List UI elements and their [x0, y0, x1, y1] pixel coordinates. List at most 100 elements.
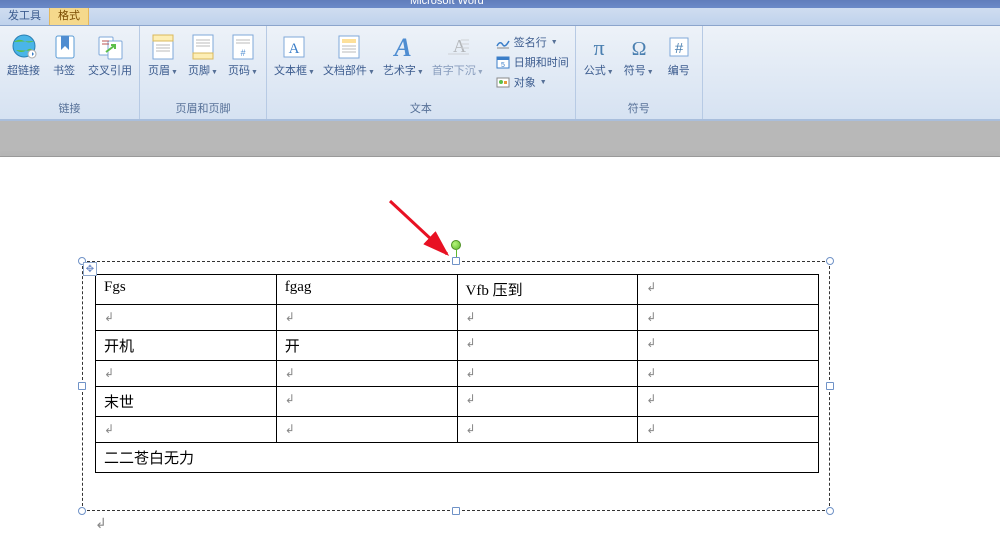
dropcap-icon: A	[442, 31, 474, 63]
svg-text:#: #	[240, 48, 245, 58]
tab-developer[interactable]: 发工具	[0, 5, 49, 25]
group-symbols: π 公式▼ Ω 符号▼ # 编号 符号	[576, 26, 703, 119]
table-cell[interactable]: ↲	[276, 417, 457, 443]
chevron-down-icon: ▼	[477, 69, 484, 76]
table-cell[interactable]: ↲	[638, 331, 819, 361]
window-title: Microsoft Word	[410, 0, 484, 7]
table-cell[interactable]: 二二苍白无力	[96, 443, 819, 473]
selected-object-frame[interactable]: ✥ FgsfgagVfb 压到↲↲↲↲↲开机开↲↲↲↲↲↲末世↲↲↲↲↲↲↲二二…	[82, 261, 830, 511]
table-cell[interactable]: ↲	[96, 361, 277, 387]
textbox-button[interactable]: A 文本框▼	[271, 29, 318, 80]
table-cell[interactable]: fgag	[276, 275, 457, 305]
wordart-icon: A	[387, 31, 419, 63]
resize-handle-mr[interactable]	[826, 382, 834, 390]
chevron-down-icon: ▼	[540, 79, 547, 86]
crossref-button[interactable]: 交叉引用	[85, 29, 135, 80]
table-row[interactable]: FgsfgagVfb 压到↲	[96, 275, 819, 305]
resize-handle-ml[interactable]	[78, 382, 86, 390]
chevron-down-icon: ▼	[417, 69, 424, 76]
chevron-down-icon: ▼	[551, 39, 558, 46]
table-cell[interactable]: ↲	[457, 305, 638, 331]
chevron-down-icon: ▼	[607, 69, 614, 76]
page-background	[0, 121, 1000, 156]
table-row[interactable]: 二二苍白无力	[96, 443, 819, 473]
table-cell[interactable]: ↲	[457, 361, 638, 387]
footer-button[interactable]: 页脚▼	[184, 29, 222, 80]
table-cell[interactable]: ↲	[96, 305, 277, 331]
table-row[interactable]: 末世↲↲↲	[96, 387, 819, 417]
table-cell[interactable]: ↲	[276, 305, 457, 331]
table-cell[interactable]: ↲	[638, 417, 819, 443]
table-cell[interactable]: ↲	[276, 361, 457, 387]
document-table[interactable]: FgsfgagVfb 压到↲↲↲↲↲开机开↲↲↲↲↲↲末世↲↲↲↲↲↲↲二二苍白…	[95, 274, 819, 473]
symbol-button[interactable]: Ω 符号▼	[620, 29, 658, 80]
resize-handle-br[interactable]	[826, 507, 834, 515]
table-move-handle[interactable]: ✥	[83, 262, 97, 276]
paragraph-mark: ↲	[95, 516, 107, 533]
svg-text:#: #	[675, 40, 684, 57]
hyperlink-button[interactable]: 超链接	[4, 29, 43, 80]
datetime-button[interactable]: 5 日期和时间	[493, 53, 571, 71]
group-text: A 文本框▼ 文档部件▼ A 艺术字▼ A 首字下沉▼	[267, 26, 576, 119]
table-row[interactable]: 开机开↲↲	[96, 331, 819, 361]
signature-icon	[495, 34, 511, 50]
quickparts-icon	[333, 31, 365, 63]
table-row[interactable]: ↲↲↲↲	[96, 417, 819, 443]
ribbon: 超链接 书签 交叉引用 链接 页眉▼	[0, 26, 1000, 120]
omega-icon: Ω	[623, 31, 655, 63]
chevron-down-icon: ▼	[368, 69, 375, 76]
header-icon	[147, 31, 179, 63]
table-cell[interactable]: 开	[276, 331, 457, 361]
table-cell[interactable]: ↲	[638, 387, 819, 417]
resize-handle-bl[interactable]	[78, 507, 86, 515]
dropcap-button[interactable]: A 首字下沉▼	[429, 29, 487, 80]
crossref-icon	[94, 31, 126, 63]
rotation-handle[interactable]	[451, 240, 461, 250]
document-area[interactable]: ✥ FgsfgagVfb 压到↲↲↲↲↲开机开↲↲↲↲↲↲末世↲↲↲↲↲↲↲二二…	[0, 120, 1000, 552]
chevron-down-icon: ▼	[171, 69, 178, 76]
table-cell[interactable]: ↲	[638, 305, 819, 331]
table-row[interactable]: ↲↲↲↲	[96, 305, 819, 331]
footer-icon	[187, 31, 219, 63]
table-cell[interactable]: ↲	[457, 417, 638, 443]
table-cell[interactable]: 末世	[96, 387, 277, 417]
equation-button[interactable]: π 公式▼	[580, 29, 618, 80]
table-cell[interactable]: ↲	[638, 361, 819, 387]
svg-text:A: A	[453, 36, 466, 56]
bookmark-button[interactable]: 书签	[45, 29, 83, 80]
table-cell[interactable]: Vfb 压到	[457, 275, 638, 305]
resize-handle-bm[interactable]	[452, 507, 460, 515]
number-button[interactable]: # 编号	[660, 29, 698, 80]
sigline-button[interactable]: 签名行▼	[493, 33, 571, 51]
resize-handle-tm[interactable]	[452, 257, 460, 265]
header-button[interactable]: 页眉▼	[144, 29, 182, 80]
table-cell[interactable]: ↲	[96, 417, 277, 443]
chevron-down-icon: ▼	[647, 69, 654, 76]
table-cell[interactable]: Fgs	[96, 275, 277, 305]
table-cell[interactable]: ↲	[638, 275, 819, 305]
object-button[interactable]: 对象▼	[493, 73, 571, 91]
pagenum-icon: #	[227, 31, 259, 63]
title-bar: Microsoft Word	[0, 0, 1000, 8]
table-row[interactable]: ↲↲↲↲	[96, 361, 819, 387]
table-cell[interactable]: ↲	[276, 387, 457, 417]
group-headerfooter: 页眉▼ 页脚▼ # 页码▼ 页眉和页脚	[140, 26, 267, 119]
table-container: ✥ FgsfgagVfb 压到↲↲↲↲↲开机开↲↲↲↲↲↲末世↲↲↲↲↲↲↲二二…	[95, 274, 819, 473]
table-cell[interactable]: ↲	[457, 331, 638, 361]
table-cell[interactable]: ↲	[457, 387, 638, 417]
chevron-down-icon: ▼	[211, 69, 218, 76]
number-icon: #	[663, 31, 695, 63]
resize-handle-tr[interactable]	[826, 257, 834, 265]
object-icon	[495, 74, 511, 90]
quickparts-button[interactable]: 文档部件▼	[320, 29, 378, 80]
globe-icon	[8, 31, 40, 63]
chevron-down-icon: ▼	[308, 69, 315, 76]
svg-text:Ω: Ω	[631, 38, 646, 60]
bookmark-icon	[48, 31, 80, 63]
pi-icon: π	[583, 31, 615, 63]
svg-text:π: π	[593, 35, 604, 60]
pagenum-button[interactable]: # 页码▼	[224, 29, 262, 80]
table-cell[interactable]: 开机	[96, 331, 277, 361]
group-links: 超链接 书签 交叉引用 链接	[0, 26, 140, 119]
wordart-button[interactable]: A 艺术字▼	[380, 29, 427, 80]
